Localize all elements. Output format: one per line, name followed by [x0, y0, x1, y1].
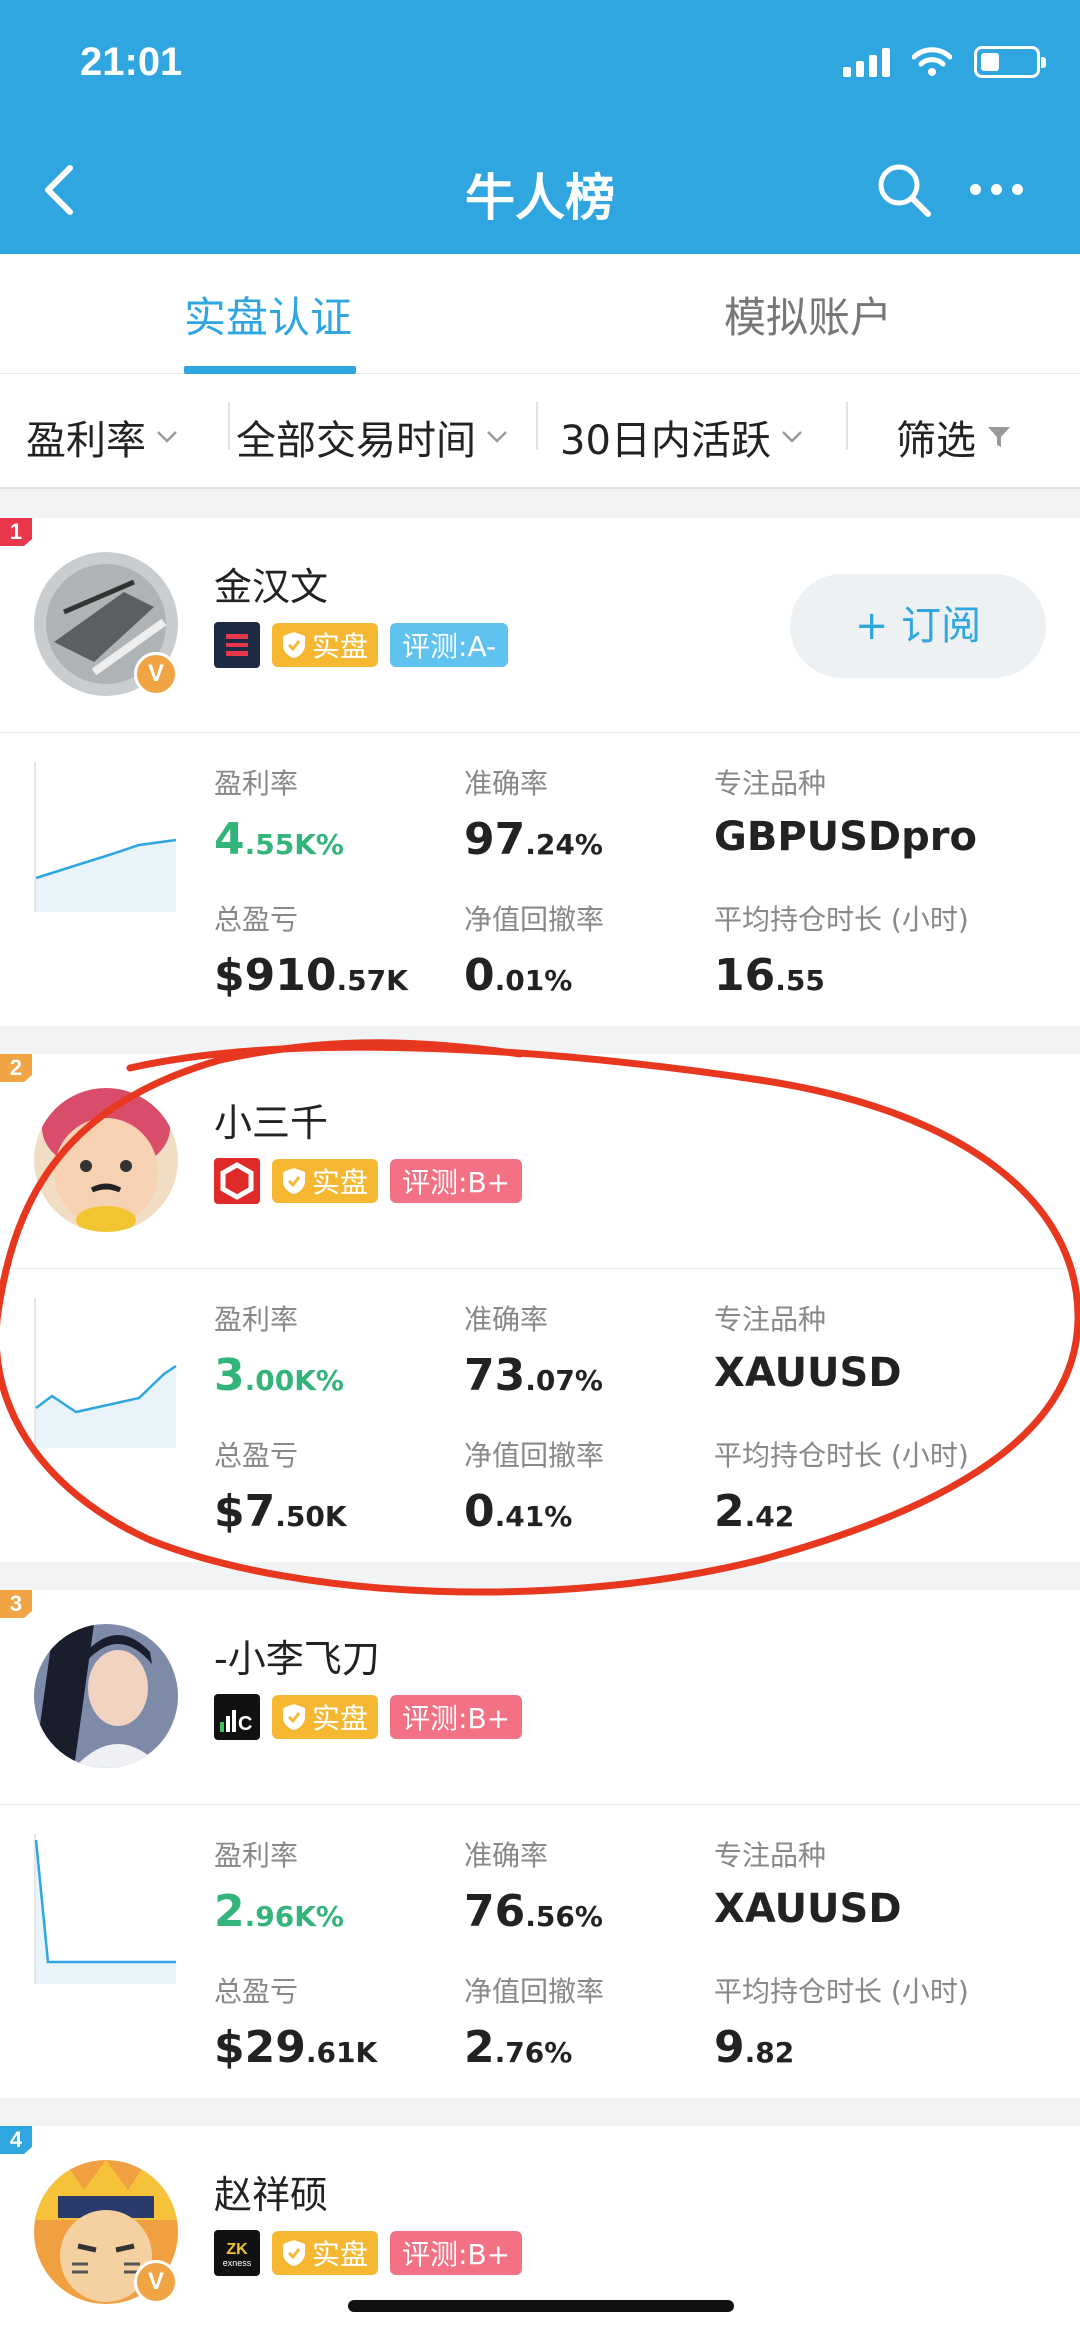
real-account-tag: 实盘	[272, 623, 379, 667]
stat-drawdown: 净值回撤率 0.41%	[464, 1439, 605, 1537]
more-dot-icon	[991, 183, 1002, 195]
more-dot-icon	[970, 183, 981, 195]
chevron-down-icon	[487, 431, 507, 443]
broker-logo-icon: ZKexness	[214, 2230, 260, 2276]
more-button[interactable]	[970, 178, 1030, 200]
stat-total-pnl: 总盈亏 $910.57K	[214, 903, 408, 1001]
trader-tags: 实盘 评测:B+	[214, 1158, 523, 1204]
svg-text:exness: exness	[223, 2258, 252, 2268]
trader-card[interactable]: 2 小三千 实盘 评测:B+ 盈利率 3.00K% 准确率 73.07% 专注品…	[0, 1054, 1080, 1562]
rating-tag: 评测:B+	[390, 1159, 523, 1203]
stat-avg-hold: 平均持仓时长 (小时) 16.55	[714, 903, 969, 1001]
status-icons	[843, 46, 1046, 78]
stat-accuracy: 准确率 76.56%	[464, 1839, 603, 1937]
trader-tags: ZK exness 实盘 评测:B+	[214, 2230, 523, 2276]
trader-name: 赵祥硕	[214, 2173, 329, 2217]
wifi-icon	[912, 47, 952, 76]
trader-name: -小李飞刀	[214, 1637, 380, 1681]
rank-badge: 4	[0, 2126, 32, 2154]
trader-name: 小三千	[214, 1101, 329, 1145]
filter-profit-rate[interactable]: 盈利率	[26, 408, 178, 466]
chevron-down-icon	[782, 431, 802, 443]
tab-underline	[184, 366, 356, 374]
broker-logo-icon	[214, 1158, 260, 1204]
stat-profit-rate: 盈利率 3.00K%	[214, 1303, 344, 1401]
avatar	[34, 1624, 178, 1768]
avatar	[34, 1088, 178, 1232]
rank-badge: 2	[0, 1054, 32, 1082]
shield-check-icon	[283, 632, 305, 658]
shield-check-icon	[283, 1704, 305, 1730]
search-button[interactable]	[874, 160, 934, 220]
shield-check-icon	[283, 1168, 305, 1194]
filter-trade-time[interactable]: 全部交易时间	[236, 408, 508, 466]
filter-divider	[536, 402, 538, 450]
filter-label: 筛选	[896, 418, 976, 464]
verified-v-icon: V	[134, 2260, 178, 2304]
card-divider	[0, 1804, 1080, 1805]
card-divider	[0, 1268, 1080, 1269]
home-indicator	[348, 2300, 734, 2312]
equity-sparkline	[34, 1298, 177, 1448]
stat-accuracy: 准确率 97.24%	[464, 767, 603, 865]
filter-divider	[846, 402, 848, 450]
tab-demo-account[interactable]: 模拟账户	[724, 284, 892, 345]
stat-avg-hold: 平均持仓时长 (小时) 2.42	[714, 1439, 969, 1537]
real-account-tag: 实盘	[272, 2231, 379, 2275]
tab-bar: 实盘认证 模拟账户	[0, 254, 1080, 374]
real-account-tag: 实盘	[272, 1695, 379, 1739]
broker-logo-icon	[214, 622, 260, 668]
funnel-icon	[988, 427, 1010, 447]
stat-focus-symbol: 专注品种 XAUUSD	[714, 1303, 902, 1396]
rating-tag: 评测:A-	[390, 623, 509, 667]
trader-tags: 实盘 评测:A-	[214, 622, 509, 668]
stat-drawdown: 净值回撤率 2.76%	[464, 1975, 605, 2073]
stat-avg-hold: 平均持仓时长 (小时) 9.82	[714, 1975, 969, 2073]
filter-label: 30日内活跃	[560, 418, 771, 464]
rating-tag: 评测:B+	[390, 2231, 523, 2275]
stat-drawdown: 净值回撤率 0.01%	[464, 903, 605, 1001]
trader-name: 金汉文	[214, 565, 329, 609]
stat-total-pnl: 总盈亏 $29.61K	[214, 1975, 378, 2073]
trader-card[interactable]: 1 V 金汉文 实盘 评测:A- + 订阅 盈利率 4.55K% 准确率 97.…	[0, 518, 1080, 1026]
verified-v-icon: V	[134, 652, 178, 696]
subscribe-button[interactable]: + 订阅	[790, 574, 1046, 678]
svg-text:ZK: ZK	[226, 2241, 248, 2258]
svg-text:C: C	[238, 1713, 252, 1735]
app-header: 21:01 牛人榜	[0, 0, 1080, 254]
rating-tag: 评测:B+	[390, 1695, 523, 1739]
trader-card[interactable]: 3 -小李飞刀 C 实盘 评测:B+ 盈利率 2.96K% 准确率 76.56%…	[0, 1590, 1080, 2098]
filter-active-30d[interactable]: 30日内活跃	[560, 408, 803, 466]
stat-total-pnl: 总盈亏 $7.50K	[214, 1439, 347, 1537]
stat-focus-symbol: 专注品种 GBPUSDpro	[714, 767, 977, 860]
filter-screen[interactable]: 筛选	[896, 408, 1012, 466]
stat-profit-rate: 盈利率 4.55K%	[214, 767, 344, 865]
stat-profit-rate: 盈利率 2.96K%	[214, 1839, 344, 1937]
rank-badge: 1	[0, 518, 32, 546]
stat-accuracy: 准确率 73.07%	[464, 1303, 603, 1401]
equity-sparkline	[34, 1834, 176, 1984]
real-account-tag: 实盘	[272, 1159, 379, 1203]
filter-label: 盈利率	[26, 418, 146, 464]
rank-badge: 3	[0, 1590, 32, 1618]
stat-focus-symbol: 专注品种 XAUUSD	[714, 1839, 902, 1932]
battery-icon	[974, 46, 1046, 78]
signal-icon	[843, 47, 890, 77]
filter-divider	[228, 402, 230, 450]
more-dot-icon	[1012, 183, 1023, 195]
filter-bar: 盈利率 全部交易时间 30日内活跃 筛选	[0, 374, 1080, 489]
shield-check-icon	[283, 2240, 305, 2266]
card-divider	[0, 732, 1080, 733]
chevron-down-icon	[157, 431, 177, 443]
broker-logo-icon: C	[214, 1694, 260, 1740]
tab-real-verified[interactable]: 实盘认证	[184, 284, 352, 345]
status-time: 21:01	[80, 40, 183, 84]
equity-sparkline	[34, 762, 177, 912]
filter-label: 全部交易时间	[236, 418, 476, 464]
trader-tags: C 实盘 评测:B+	[214, 1694, 523, 1740]
